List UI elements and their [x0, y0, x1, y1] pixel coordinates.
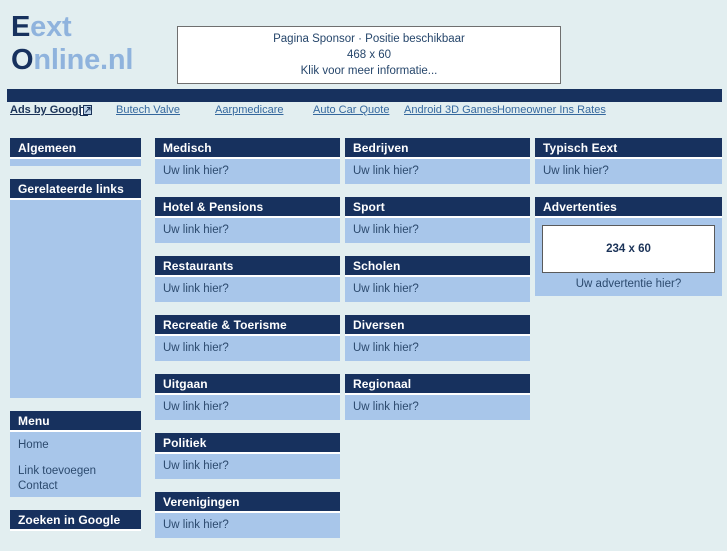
link-placeholder[interactable]: Uw link hier? — [163, 519, 229, 531]
ads-bar-strip — [7, 89, 722, 102]
site-logo[interactable]: Eext Online.nl — [11, 11, 133, 77]
ad-link-3[interactable]: Auto Car Quote — [313, 104, 389, 116]
logo-rest-ext: ext — [30, 11, 72, 43]
advertisement-placeholder-box[interactable]: 234 x 60 — [542, 225, 715, 273]
panel-advertenties-title[interactable]: Advertenties — [535, 197, 722, 218]
link-placeholder[interactable]: Uw link hier? — [163, 283, 229, 295]
panel-restaurants: Restaurants Uw link hier? — [155, 256, 340, 302]
panel-medisch-body: Uw link hier? — [155, 159, 340, 184]
logo-line-1: Eext — [11, 11, 133, 44]
link-placeholder[interactable]: Uw link hier? — [163, 165, 229, 177]
panel-algemeen-body — [10, 159, 141, 166]
link-placeholder[interactable]: Uw link hier? — [543, 165, 609, 177]
link-placeholder[interactable]: Uw link hier? — [353, 283, 419, 295]
panel-hotel-pensions-title[interactable]: Hotel & Pensions — [155, 197, 340, 218]
link-placeholder[interactable]: Uw link hier? — [163, 401, 229, 413]
menu-spacer — [18, 453, 133, 464]
advertisement-caption[interactable]: Uw advertentie hier? — [542, 278, 715, 290]
panel-restaurants-body: Uw link hier? — [155, 277, 340, 302]
panel-algemeen-title[interactable]: Algemeen — [10, 138, 141, 159]
panel-restaurants-title[interactable]: Restaurants — [155, 256, 340, 277]
panel-typisch-eext-title[interactable]: Typisch Eext — [535, 138, 722, 159]
panel-scholen-title[interactable]: Scholen — [345, 256, 530, 277]
sidebar-right: Typisch Eext Uw link hier? Advertenties … — [535, 138, 722, 309]
panel-politiek: Politiek Uw link hier? — [155, 433, 340, 479]
category-column-2: Bedrijven Uw link hier? Sport Uw link hi… — [345, 138, 530, 433]
panel-diversen-body: Uw link hier? — [345, 336, 530, 361]
panel-gerelateerde-links: Gerelateerde links — [10, 179, 141, 398]
panel-diversen: Diversen Uw link hier? — [345, 315, 530, 361]
menu-item-contact[interactable]: Contact — [18, 479, 133, 494]
category-column-1: Medisch Uw link hier? Hotel & Pensions U… — [155, 138, 340, 551]
panel-regionaal: Regionaal Uw link hier? — [345, 374, 530, 420]
panel-hotel-pensions-body: Uw link hier? — [155, 218, 340, 243]
link-placeholder[interactable]: Uw link hier? — [163, 460, 229, 472]
logo-cap-e: E — [11, 11, 31, 43]
ad-link-2[interactable]: Aarpmedicare — [215, 104, 283, 116]
logo-cap-o: O — [11, 44, 34, 76]
ads-bar: Ads by Google Butech Valve Aarpmedicare … — [0, 104, 727, 121]
sponsor-line-2: 468 x 60 — [346, 49, 392, 61]
panel-recreatie-toerisme-title[interactable]: Recreatie & Toerisme — [155, 315, 340, 336]
panel-scholen-body: Uw link hier? — [345, 277, 530, 302]
panel-menu-title[interactable]: Menu — [10, 411, 141, 432]
link-placeholder[interactable]: Uw link hier? — [163, 224, 229, 236]
panel-scholen: Scholen Uw link hier? — [345, 256, 530, 302]
panel-uitgaan-title[interactable]: Uitgaan — [155, 374, 340, 395]
panel-uitgaan-body: Uw link hier? — [155, 395, 340, 420]
sidebar-left: Algemeen Gerelateerde links Menu Home Li… — [10, 138, 141, 544]
panel-verenigingen: Verenigingen Uw link hier? — [155, 492, 340, 538]
panel-gerelateerde-links-title[interactable]: Gerelateerde links — [10, 179, 141, 200]
sponsor-banner-placeholder[interactable]: Pagina Sponsor · Positie beschikbaar 468… — [177, 26, 561, 84]
panel-advertenties-body: 234 x 60 Uw advertentie hier? — [535, 218, 722, 296]
panel-menu: Menu Home Link toevoegen Contact — [10, 411, 141, 497]
panel-typisch-eext: Typisch Eext Uw link hier? — [535, 138, 722, 184]
panel-recreatie-toerisme: Recreatie & Toerisme Uw link hier? — [155, 315, 340, 361]
panel-bedrijven-title[interactable]: Bedrijven — [345, 138, 530, 159]
link-placeholder[interactable]: Uw link hier? — [353, 165, 419, 177]
menu-item-home[interactable]: Home — [18, 438, 133, 453]
panel-regionaal-title[interactable]: Regionaal — [345, 374, 530, 395]
ad-link-1[interactable]: Butech Valve — [116, 104, 180, 116]
panel-medisch-title[interactable]: Medisch — [155, 138, 340, 159]
link-placeholder[interactable]: Uw link hier? — [353, 401, 419, 413]
link-placeholder[interactable]: Uw link hier? — [353, 224, 419, 236]
panel-typisch-eext-body: Uw link hier? — [535, 159, 722, 184]
external-link-icon[interactable] — [80, 105, 92, 117]
sponsor-line-3: Klik voor meer informatie... — [300, 65, 438, 77]
panel-uitgaan: Uitgaan Uw link hier? — [155, 374, 340, 420]
panel-diversen-title[interactable]: Diversen — [345, 315, 530, 336]
logo-line-2: Online.nl — [11, 44, 133, 77]
panel-algemeen: Algemeen — [10, 138, 141, 166]
page-header: Eext Online.nl Pagina Sponsor · Positie … — [0, 0, 727, 89]
panel-bedrijven-body: Uw link hier? — [345, 159, 530, 184]
panel-advertenties: Advertenties 234 x 60 Uw advertentie hie… — [535, 197, 722, 296]
panel-verenigingen-body: Uw link hier? — [155, 513, 340, 538]
panel-menu-body: Home Link toevoegen Contact — [10, 432, 141, 497]
panel-politiek-title[interactable]: Politiek — [155, 433, 340, 454]
sponsor-line-1: Pagina Sponsor · Positie beschikbaar — [273, 33, 465, 45]
panel-zoeken-in-google-title[interactable]: Zoeken in Google — [10, 510, 141, 531]
ad-link-5[interactable]: Homeowner Ins Rates — [497, 104, 606, 116]
ads-by-google-label[interactable]: Ads by Google — [10, 104, 88, 116]
panel-sport-body: Uw link hier? — [345, 218, 530, 243]
link-placeholder[interactable]: Uw link hier? — [163, 342, 229, 354]
panel-zoeken-in-google: Zoeken in Google — [10, 510, 141, 531]
panel-politiek-body: Uw link hier? — [155, 454, 340, 479]
menu-item-link-toevoegen[interactable]: Link toevoegen — [18, 464, 133, 479]
logo-rest-online: nline.nl — [33, 44, 134, 76]
panel-gerelateerde-links-body — [10, 200, 141, 398]
panel-sport: Sport Uw link hier? — [345, 197, 530, 243]
panel-recreatie-toerisme-body: Uw link hier? — [155, 336, 340, 361]
panel-bedrijven: Bedrijven Uw link hier? — [345, 138, 530, 184]
panel-regionaal-body: Uw link hier? — [345, 395, 530, 420]
panel-hotel-pensions: Hotel & Pensions Uw link hier? — [155, 197, 340, 243]
panel-medisch: Medisch Uw link hier? — [155, 138, 340, 184]
link-placeholder[interactable]: Uw link hier? — [353, 342, 419, 354]
panel-sport-title[interactable]: Sport — [345, 197, 530, 218]
panel-verenigingen-title[interactable]: Verenigingen — [155, 492, 340, 513]
ad-link-4[interactable]: Android 3D Games — [404, 104, 498, 116]
